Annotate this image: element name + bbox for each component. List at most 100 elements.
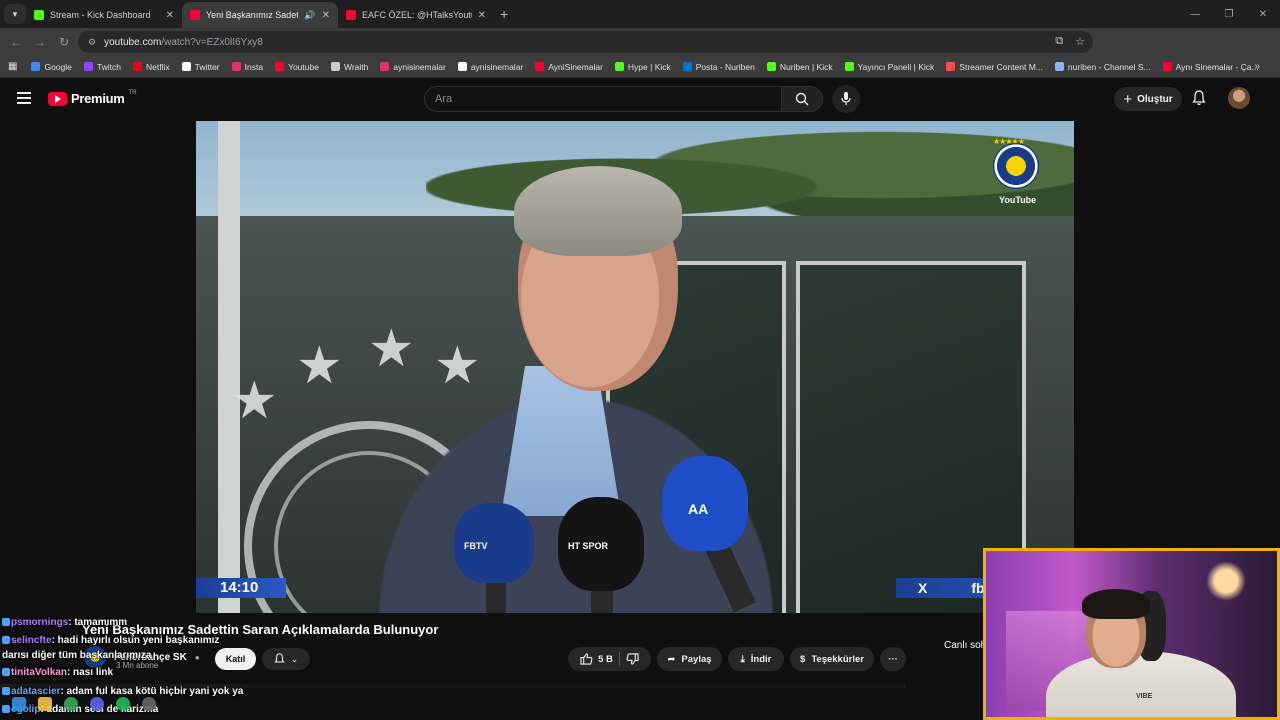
bookmark-item[interactable]: Google — [31, 62, 72, 72]
bookmark-item[interactable]: Netflix — [132, 62, 170, 72]
chrome-icon[interactable] — [64, 697, 78, 711]
close-window-icon[interactable]: ✕ — [1246, 9, 1280, 20]
subscription-bell-button[interactable]: ⌄ — [262, 648, 310, 670]
bookmark-item[interactable]: nuriben - Channel S... — [1054, 62, 1151, 72]
create-label: Oluştur — [1137, 93, 1173, 105]
bell-icon — [274, 653, 285, 663]
close-tab-icon[interactable]: ✕ — [478, 10, 486, 21]
back-icon[interactable]: ← — [4, 35, 28, 49]
bookmark-favicon-icon — [31, 62, 41, 71]
install-app-icon[interactable]: ⧉ — [1055, 35, 1063, 48]
bookmark-item[interactable]: aynisinemalar — [457, 62, 523, 72]
bookmark-label: Wraith — [343, 61, 369, 72]
bookmark-item[interactable]: Yayıncı Paneli | Kick — [844, 62, 934, 72]
video-scene-star: ★ — [296, 337, 343, 395]
chat-username: psmornings — [11, 617, 69, 628]
bookmark-favicon-icon — [1054, 62, 1064, 71]
more-bookmarks-icon[interactable]: » — [1254, 61, 1260, 72]
mic-label: HT SPOR — [568, 541, 609, 551]
bookmark-star-icon[interactable]: ☆ — [1075, 35, 1085, 48]
chat-badge-icon — [2, 636, 10, 644]
notifications-bell-icon[interactable] — [1192, 90, 1206, 106]
tab-eafc[interactable]: EAFC ÖZEL: @HTalksYoutube, @ ✕ — [338, 2, 494, 28]
tab-kick-dashboard[interactable]: Stream - Kick Dashboard ✕ — [26, 2, 182, 28]
bookmarks-bar: ▦ Google Twitch Netflix Twitter Insta Youtube… — [0, 56, 1280, 78]
bookmark-label: Insta — [244, 61, 264, 72]
forward-icon[interactable]: → — [28, 35, 52, 49]
video-player[interactable]: ★ ★ ★ ★ FBTV HT SPOR AA ★★★★★ YouTube 14… — [196, 121, 1074, 613]
bookmark-favicon-icon — [83, 62, 93, 71]
youtube-icon — [346, 10, 356, 20]
close-tab-icon[interactable]: ✕ — [166, 10, 174, 21]
site-info-icon[interactable]: ⚙ — [88, 37, 96, 48]
bookmark-label: Aynı Sinemalar - Ça... — [1175, 61, 1259, 72]
like-divider — [618, 652, 620, 666]
file-explorer-icon[interactable] — [38, 697, 52, 711]
more-horizontal-icon: ··· — [888, 653, 898, 665]
bookmark-item[interactable]: Aynı Sinemalar - Ça... — [1162, 61, 1259, 72]
search-input[interactable]: Ara — [424, 86, 782, 112]
download-label: İndir — [750, 653, 772, 665]
close-tab-icon[interactable]: ✕ — [322, 10, 330, 21]
microphone-icon — [841, 92, 851, 105]
bookmark-item[interactable]: Hype | Kick — [614, 62, 671, 72]
search-button[interactable] — [781, 86, 823, 112]
account-avatar[interactable] — [1228, 87, 1250, 109]
tab-search-button[interactable]: ▾ — [4, 4, 26, 24]
video-scene-star: ★ — [231, 372, 278, 430]
youtube-premium-logo[interactable]: Premium TR — [48, 90, 137, 106]
url-input[interactable]: ⚙ youtube.com/watch?v=EZx0lI6Yxy8 ⧉ ☆ — [78, 31, 1093, 53]
window-controls: — ❐ ✕ — [1178, 0, 1280, 28]
download-button[interactable]: ⤓ İndir — [728, 647, 784, 671]
bookmark-item[interactable]: Wraith — [330, 61, 369, 72]
bookmark-item[interactable]: Twitch — [83, 61, 121, 72]
bookmark-item[interactable]: aynisinemalar — [380, 62, 446, 72]
bookmark-item[interactable]: Youtube — [275, 62, 319, 72]
new-tab-button[interactable]: + — [500, 6, 508, 22]
bookmark-item[interactable]: Streamer Content M... — [946, 62, 1043, 72]
bookmark-item[interactable]: AyniSinemalar — [535, 62, 603, 72]
bookmark-label: Streamer Content M... — [959, 61, 1043, 72]
tab-youtube-video[interactable]: Yeni Başkanımız Sadettin Saran 🔊 ✕ — [182, 2, 338, 28]
more-actions-button[interactable]: ··· — [880, 647, 906, 671]
thanks-button[interactable]: $ Teşekkürler — [790, 647, 874, 671]
speaker-icon[interactable]: 🔊 — [304, 10, 315, 21]
join-button[interactable]: Katıl — [215, 648, 256, 670]
bookmark-label: Twitch — [96, 61, 121, 72]
video-watermark-text: YouTube — [999, 195, 1037, 205]
youtube-header: Premium TR Ara + Oluştur — [0, 78, 1280, 120]
menu-icon[interactable] — [17, 92, 31, 104]
bookmark-item[interactable]: Twitter — [181, 62, 220, 72]
live-chat-label[interactable]: Canlı soh — [944, 640, 986, 651]
bookmark-item[interactable]: Nuriben | Kick — [766, 61, 833, 72]
like-dislike-group: 5 B — [568, 647, 651, 671]
broadcast-clock: 14:10 — [196, 578, 286, 598]
bookmark-label: Nuriben | Kick — [779, 61, 833, 72]
chat-text: : adam ful kasa kötü hiçbir yani yok ya — [60, 686, 244, 697]
voice-search-button[interactable] — [832, 85, 860, 113]
chat-badge-icon — [2, 668, 10, 676]
maximize-icon[interactable]: ❐ — [1212, 9, 1246, 20]
like-count: 5 B — [598, 653, 613, 665]
share-button[interactable]: ➦ Paylaş — [657, 647, 722, 671]
discord-icon[interactable] — [90, 697, 104, 711]
taskbar-icons — [12, 697, 156, 711]
create-button[interactable]: + Oluştur — [1114, 87, 1182, 111]
bookmark-item[interactable]: Posta - Nuriben — [682, 62, 755, 72]
minimize-icon[interactable]: — — [1178, 9, 1212, 20]
chat-badge-icon — [2, 705, 10, 713]
windows-start-icon[interactable] — [12, 697, 26, 711]
thumbs-up-icon — [580, 653, 593, 665]
bookmark-favicon-icon — [457, 62, 467, 71]
chat-badge-icon — [2, 687, 10, 695]
bookmark-item[interactable]: Insta — [231, 61, 264, 72]
apps-grid-icon[interactable]: ▦ — [8, 61, 17, 72]
thumbs-down-icon[interactable] — [626, 653, 639, 665]
spotify-icon[interactable] — [116, 697, 130, 711]
reload-icon[interactable]: ↻ — [52, 35, 76, 49]
youtube-play-icon — [48, 91, 67, 106]
like-button[interactable]: 5 B — [580, 653, 613, 665]
obs-icon[interactable] — [142, 697, 156, 711]
chat-message: selincfte: hadi hayırlı olsun yeni başka… — [2, 635, 219, 646]
bookmark-favicon-icon — [275, 62, 285, 71]
